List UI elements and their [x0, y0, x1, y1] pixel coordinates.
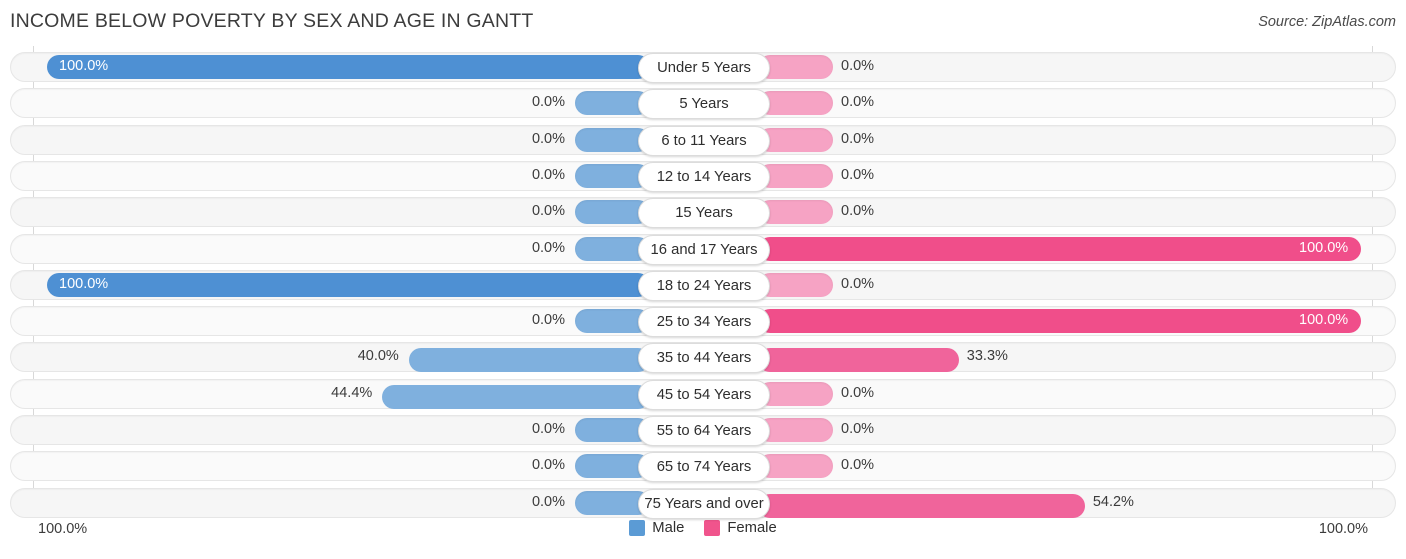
category-label-pill: 15 Years — [638, 198, 770, 229]
legend-item-female[interactable]: Female — [704, 520, 777, 536]
chart-row: 100.0% 0.0% 18 to 24 Years — [10, 269, 1396, 301]
chart-legend: Male Female — [0, 520, 1406, 536]
chart-row: 44.4% 0.0% 45 to 54 Years — [10, 378, 1396, 410]
female-bar[interactable] — [758, 236, 1361, 261]
legend-label-male: Male — [652, 520, 685, 536]
chart-row: 0.0% 0.0% 15 Years — [10, 197, 1396, 229]
female-value-label: 0.0% — [841, 384, 875, 401]
male-value-label: 0.0% — [531, 166, 565, 183]
male-color-swatch — [629, 520, 646, 536]
female-bar[interactable] — [758, 309, 1361, 334]
chart-row: 100.0% 0.0% Under 5 Years — [10, 52, 1396, 83]
category-label-pill: 55 to 64 Years — [638, 416, 770, 446]
male-value-label: 0.0% — [531, 239, 565, 256]
category-label-pill: 75 Years and over — [638, 488, 770, 519]
male-value-label: 0.0% — [531, 203, 565, 220]
chart-row: 0.0% 0.0% 55 to 64 Years — [10, 415, 1396, 446]
chart-header: INCOME BELOW POVERTY BY SEX AND AGE IN G… — [0, 0, 1406, 46]
chart-row: 0.0% 0.0% 5 Years — [10, 88, 1396, 120]
female-value-label: 0.0% — [841, 457, 875, 474]
legend-item-male[interactable]: Male — [629, 520, 684, 536]
male-value-label: 0.0% — [531, 421, 565, 437]
female-value-label: 33.3% — [966, 348, 1008, 365]
female-value-label: 0.0% — [841, 130, 875, 147]
female-value-label: 0.0% — [841, 421, 875, 437]
chart-row: 0.0% 100.0% 16 and 17 Years — [10, 233, 1396, 265]
female-value-label: 0.0% — [841, 94, 875, 111]
category-label-pill: 6 to 11 Years — [638, 125, 770, 156]
chart-plot-area: 100.0% 0.0% Under 5 Years 0.0% 0.0% 5 Years 0.… — [0, 46, 1406, 519]
male-bar[interactable] — [47, 272, 650, 297]
male-value-label: 0.0% — [531, 493, 565, 510]
female-value-label: 100.0% — [1299, 312, 1349, 329]
category-label-pill: 12 to 14 Years — [638, 161, 770, 192]
page-title: INCOME BELOW POVERTY BY SEX AND AGE IN G… — [10, 10, 534, 32]
female-value-label: 0.0% — [841, 58, 875, 74]
male-value-label: 100.0% — [59, 275, 109, 292]
male-value-label: 100.0% — [59, 58, 109, 74]
chart-footer: 100.0% 100.0% Male Female — [0, 516, 1406, 559]
male-bar[interactable] — [47, 55, 650, 79]
category-label-pill: 45 to 54 Years — [638, 379, 770, 410]
female-value-label: 0.0% — [841, 166, 875, 183]
chart-row: 0.0% 0.0% 65 to 74 Years — [10, 451, 1396, 483]
male-value-label: 0.0% — [531, 130, 565, 147]
category-label-pill: 65 to 74 Years — [638, 452, 770, 483]
female-value-label: 54.2% — [1092, 493, 1134, 510]
category-label-pill: 16 and 17 Years — [638, 234, 770, 265]
male-bar[interactable] — [408, 348, 650, 373]
chart-row: 0.0% 54.2% 75 Years and over — [10, 487, 1396, 519]
chart-row: 0.0% 0.0% 12 to 14 Years — [10, 160, 1396, 192]
female-value-label: 0.0% — [841, 203, 875, 220]
chart-row: 0.0% 100.0% 25 to 34 Years — [10, 306, 1396, 338]
category-label-pill: Under 5 Years — [638, 53, 770, 83]
female-value-label: 100.0% — [1299, 239, 1349, 256]
source-attribution: Source: ZipAtlas.com — [1258, 14, 1396, 30]
female-color-swatch — [704, 520, 721, 536]
male-value-label: 0.0% — [531, 312, 565, 329]
female-bar[interactable] — [758, 493, 1085, 518]
male-value-label: 0.0% — [531, 94, 565, 111]
male-value-label: 0.0% — [531, 457, 565, 474]
female-value-label: 0.0% — [841, 275, 875, 292]
legend-label-female: Female — [727, 520, 777, 536]
category-label-pill: 25 to 34 Years — [638, 307, 770, 338]
chart-rows: 100.0% 0.0% Under 5 Years 0.0% 0.0% 5 Years 0.… — [0, 46, 1406, 519]
male-bar[interactable] — [382, 384, 650, 409]
category-label-pill: 5 Years — [638, 89, 770, 120]
male-value-label: 40.0% — [357, 348, 399, 365]
category-label-pill: 35 to 44 Years — [638, 343, 770, 374]
female-bar[interactable] — [758, 348, 959, 373]
chart-row: 0.0% 0.0% 6 to 11 Years — [10, 124, 1396, 156]
category-label-pill: 18 to 24 Years — [638, 270, 770, 301]
male-value-label: 44.4% — [331, 384, 373, 401]
chart-row: 40.0% 33.3% 35 to 44 Years — [10, 342, 1396, 374]
chart-page: INCOME BELOW POVERTY BY SEX AND AGE IN G… — [0, 0, 1406, 559]
